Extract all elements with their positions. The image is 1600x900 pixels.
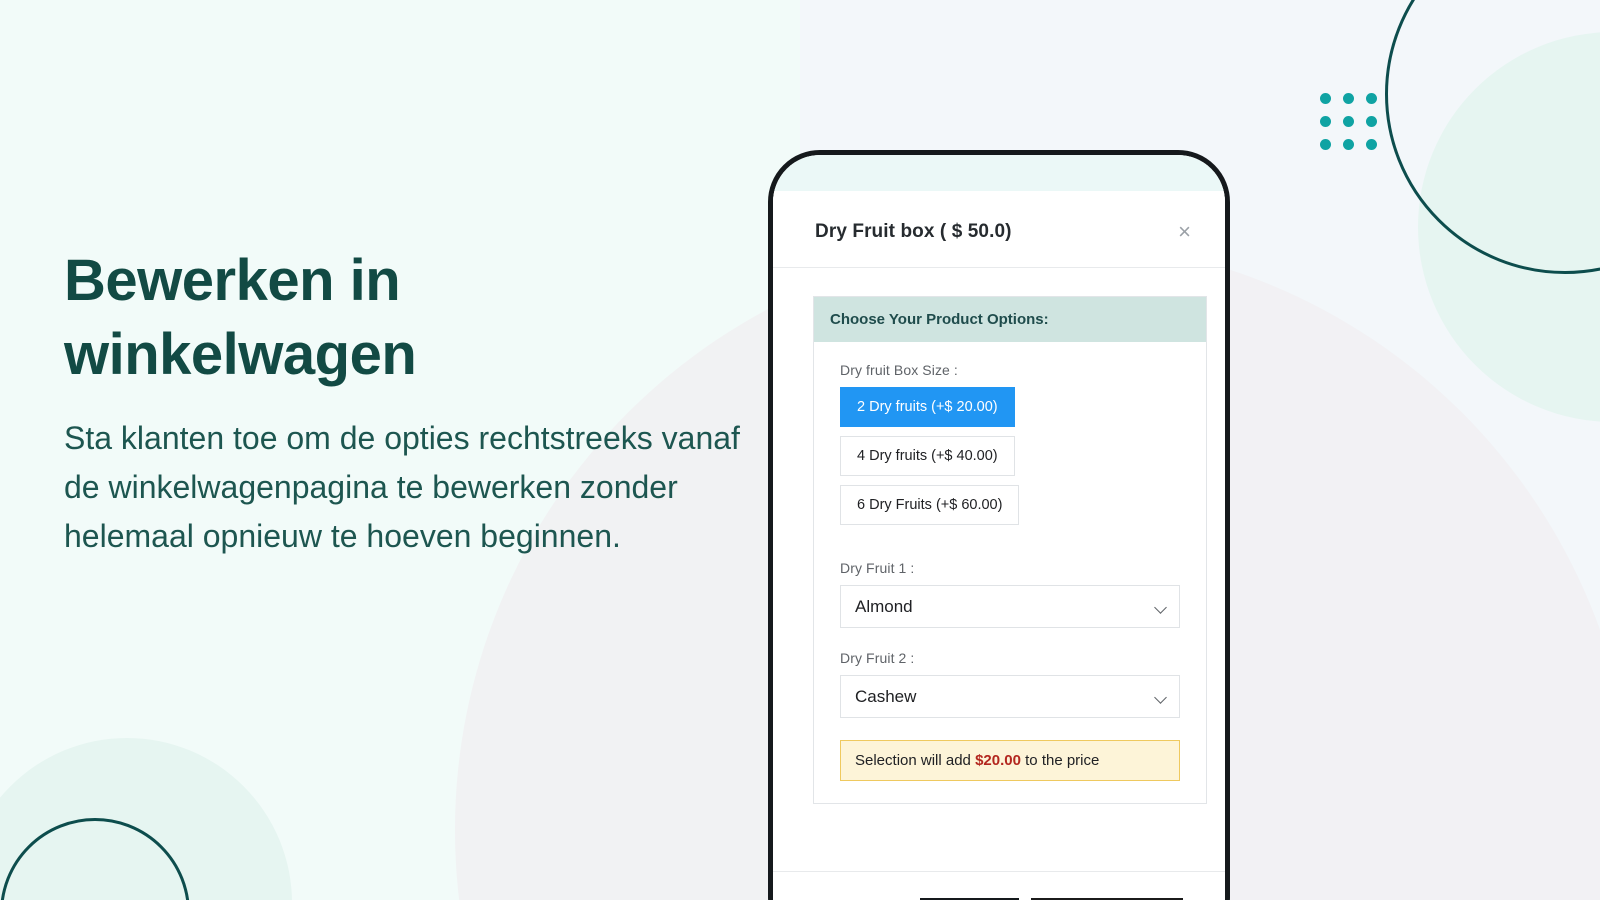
options-band-label: Choose Your Product Options: <box>814 297 1206 342</box>
box-size-option-3[interactable]: 6 Dry Fruits (+$ 60.00) <box>840 485 1020 525</box>
product-options-modal: Dry Fruit box ( $ 50.0) × Choose Your Pr… <box>773 191 1225 900</box>
price-notice: Selection will add $20.00 to the price <box>840 740 1180 781</box>
box-size-option-1[interactable]: 2 Dry fruits (+$ 20.00) <box>840 387 1015 427</box>
dry-fruit-2-label: Dry Fruit 2 : <box>840 650 915 666</box>
chevron-down-icon <box>1154 600 1167 614</box>
price-notice-suffix: to the price <box>1025 752 1100 769</box>
page-title: Bewerken in winkelwagen <box>64 248 417 388</box>
phone-notch <box>906 155 1092 191</box>
dry-fruit-1-label: Dry Fruit 1 : <box>840 560 915 576</box>
phone-screen: Dry Fruit box ( $ 50.0) × Choose Your Pr… <box>773 155 1225 900</box>
modal-footer: Cancel Save changes <box>773 871 1225 900</box>
dry-fruit-1-value: Almond <box>855 596 913 616</box>
box-size-options: 2 Dry fruits (+$ 20.00) 4 Dry fruits (+$… <box>840 387 1180 534</box>
close-icon[interactable]: × <box>1172 219 1197 245</box>
modal-title: Dry Fruit box ( $ 50.0) <box>815 221 1012 242</box>
phone-mockup: Dry Fruit box ( $ 50.0) × Choose Your Pr… <box>768 150 1230 900</box>
dry-fruit-2-value: Cashew <box>855 686 917 706</box>
options-inner: Dry fruit Box Size : 2 Dry fruits (+$ 20… <box>814 342 1206 803</box>
price-notice-prefix: Selection will add <box>855 752 971 769</box>
dry-fruit-1-select[interactable]: Almond <box>840 585 1180 628</box>
box-size-label: Dry fruit Box Size : <box>840 362 958 378</box>
dot-grid-icon <box>1320 93 1377 150</box>
promo-copy: Bewerken in winkelwagen Sta klanten toe … <box>64 244 744 560</box>
dry-fruit-2-select[interactable]: Cashew <box>840 675 1180 718</box>
price-notice-amount: $20.00 <box>975 752 1021 769</box>
box-size-option-2[interactable]: 4 Dry fruits (+$ 40.00) <box>840 436 1015 476</box>
promo-description: Sta klanten toe om de opties rechtstreek… <box>64 420 740 554</box>
chevron-down-icon <box>1154 690 1167 704</box>
modal-header: Dry Fruit box ( $ 50.0) × <box>773 191 1225 268</box>
options-card: Choose Your Product Options: Dry fruit B… <box>813 296 1207 804</box>
modal-body: Choose Your Product Options: Dry fruit B… <box>773 268 1225 871</box>
